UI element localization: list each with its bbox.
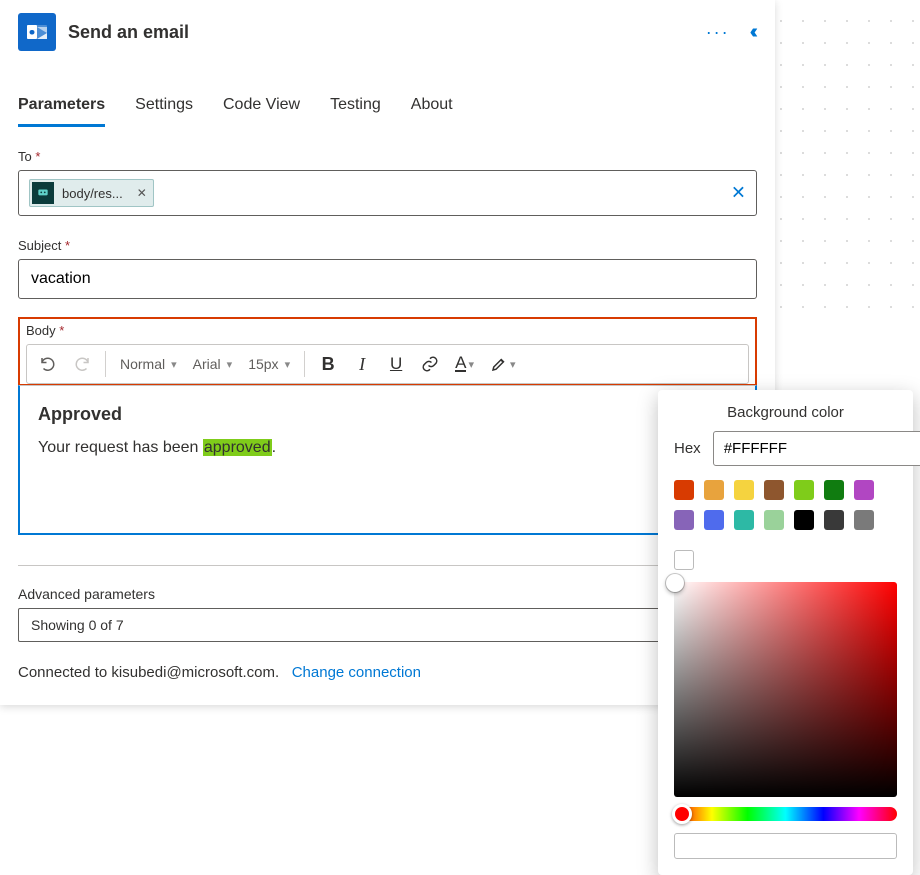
tab-testing[interactable]: Testing [330, 90, 381, 127]
rich-text-toolbar: Normal ▾ Arial ▾ 15px ▾ B I U A ▾ [26, 344, 749, 384]
hex-input-row: Hex [674, 431, 897, 466]
chevron-down-icon: ▾ [171, 358, 177, 371]
highlight-color-button[interactable]: ▾ [484, 355, 522, 373]
more-options-button[interactable]: ··· [698, 18, 738, 47]
color-swatch[interactable] [704, 510, 724, 530]
tab-parameters[interactable]: Parameters [18, 90, 105, 127]
color-swatch[interactable] [794, 480, 814, 500]
to-label-text: To [18, 149, 32, 164]
chevron-down-icon: ▾ [468, 358, 474, 371]
toolbar-separator [304, 351, 305, 377]
color-swatch[interactable] [734, 510, 754, 530]
tab-settings[interactable]: Settings [135, 90, 193, 127]
tab-code-view[interactable]: Code View [223, 90, 300, 127]
font-select[interactable]: Arial ▾ [187, 356, 239, 372]
hex-label: Hex [674, 440, 701, 457]
section-divider [18, 565, 757, 566]
field-to: To * body/res... ✕ ✕ [18, 149, 757, 216]
color-swatches [674, 480, 897, 570]
link-button[interactable] [415, 349, 445, 379]
font-color-button[interactable]: A ▾ [449, 356, 480, 372]
color-swatch[interactable] [824, 480, 844, 500]
clear-input-button[interactable]: ✕ [731, 183, 746, 204]
to-label: To * [18, 149, 757, 164]
saturation-lightness-picker[interactable] [674, 582, 897, 797]
chevron-down-icon: ▾ [285, 358, 291, 371]
redo-button[interactable] [67, 349, 97, 379]
chevron-down-icon: ▾ [510, 358, 516, 371]
color-swatch[interactable] [674, 550, 694, 570]
underline-button[interactable]: U [381, 349, 411, 379]
color-popup-title: Background color [674, 404, 897, 421]
body-label: Body * [26, 323, 749, 338]
collapse-panel-button[interactable]: ‹‹ [750, 17, 757, 48]
required-asterisk: * [35, 149, 40, 164]
font-size-value: 15px [248, 356, 278, 372]
font-value: Arial [193, 356, 221, 372]
required-asterisk: * [59, 323, 64, 338]
connection-prefix: Connected to [18, 664, 111, 681]
bold-button[interactable]: B [313, 349, 343, 379]
panel-header: Send an email ··· ‹‹ [18, 10, 757, 54]
hue-slider[interactable] [674, 807, 897, 821]
color-swatch[interactable] [764, 480, 784, 500]
canvas-background-dots [760, 0, 920, 320]
subject-label: Subject * [18, 238, 757, 253]
hue-thumb[interactable] [672, 804, 692, 824]
chevron-down-icon: ▾ [227, 358, 233, 371]
body-line: Your request has been approved. [38, 439, 737, 457]
highlighted-text: approved [203, 439, 272, 456]
token-label: body/res... [62, 186, 123, 201]
advanced-select-text: Showing 0 of 7 [31, 617, 124, 633]
connection-info: Connected to kisubedi@microsoft.com. Cha… [18, 664, 757, 681]
hex-input[interactable] [713, 431, 920, 466]
gradient-thumb[interactable] [666, 574, 684, 592]
color-swatch[interactable] [854, 510, 874, 530]
format-value: Normal [120, 356, 165, 372]
color-swatch[interactable] [674, 480, 694, 500]
font-size-select[interactable]: 15px ▾ [242, 356, 296, 372]
body-text-prefix: Your request has been [38, 439, 203, 456]
background-color-popup: Background color Hex [658, 390, 913, 875]
chat-bot-icon [32, 182, 54, 204]
dynamic-content-token[interactable]: body/res... ✕ [29, 179, 154, 207]
to-input[interactable]: body/res... ✕ ✕ [18, 170, 757, 216]
outlook-icon [18, 13, 56, 51]
format-select[interactable]: Normal ▾ [114, 356, 183, 372]
advanced-parameters-select[interactable]: Showing 0 of 7 ▾ [18, 608, 684, 642]
color-swatch[interactable] [734, 480, 754, 500]
required-asterisk: * [65, 238, 70, 253]
italic-button[interactable]: I [347, 349, 377, 379]
field-body-highlighted-box: Body * Normal ▾ Arial ▾ 15px ▾ [18, 317, 757, 386]
color-swatch[interactable] [854, 480, 874, 500]
field-subject: Subject * [18, 238, 757, 299]
change-connection-link[interactable]: Change connection [292, 664, 421, 681]
undo-button[interactable] [33, 349, 63, 379]
alpha-or-preview-box[interactable] [674, 833, 897, 859]
body-text-suffix: . [272, 439, 276, 456]
subject-input[interactable] [18, 259, 757, 299]
subject-label-text: Subject [18, 238, 61, 253]
advanced-parameters-label: Advanced parameters [18, 586, 757, 602]
tab-about[interactable]: About [411, 90, 453, 127]
color-swatch[interactable] [764, 510, 784, 530]
connection-email: kisubedi@microsoft.com. [111, 664, 279, 681]
body-label-text: Body [26, 323, 56, 338]
body-heading: Approved [38, 404, 737, 425]
tab-bar: Parameters Settings Code View Testing Ab… [18, 90, 757, 127]
token-remove-button[interactable]: ✕ [137, 186, 147, 200]
advanced-parameters-row: Showing 0 of 7 ▾ Show all [18, 608, 757, 642]
color-swatch[interactable] [824, 510, 844, 530]
body-editor[interactable]: Approved Your request has been approved. [18, 385, 757, 535]
color-swatch[interactable] [794, 510, 814, 530]
panel-title: Send an email [68, 22, 686, 43]
toolbar-separator [105, 351, 106, 377]
color-swatch[interactable] [674, 510, 694, 530]
color-swatch[interactable] [704, 480, 724, 500]
